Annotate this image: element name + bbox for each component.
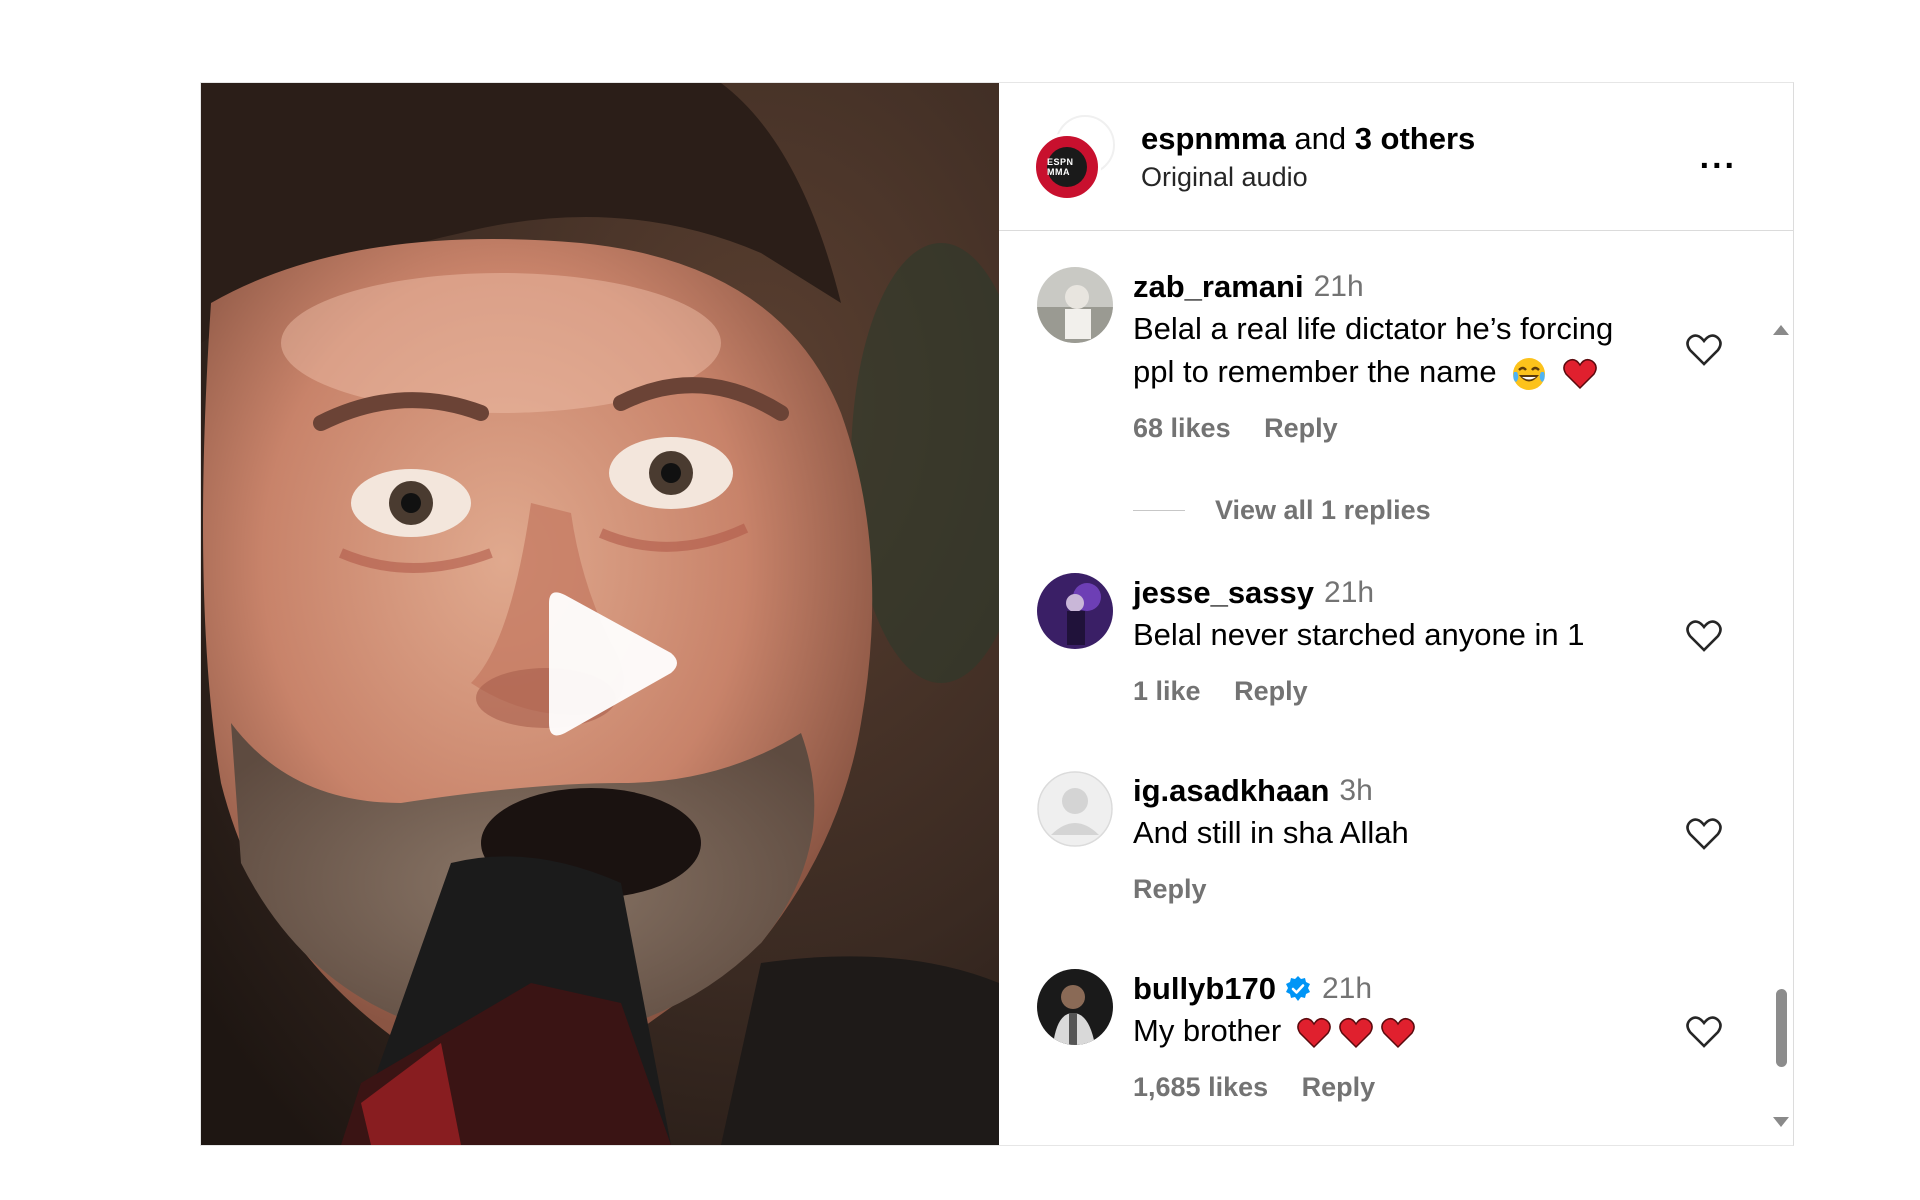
play-button[interactable] (531, 583, 681, 743)
comment-header: zab_ramani 21h (1133, 267, 1643, 307)
comment-time[interactable]: 21h (1314, 267, 1364, 307)
reply-button[interactable]: Reply (1234, 676, 1308, 706)
red-heart-emoji-icon (1380, 1017, 1415, 1048)
red-heart-emoji-icon (1296, 1017, 1331, 1048)
comment-likes[interactable]: 1,685 likes (1133, 1072, 1268, 1102)
comment-time[interactable]: 3h (1339, 771, 1372, 811)
comment-text-line: Belal a real life dictator he’s forcing (1133, 311, 1614, 346)
scroll-down-arrow-icon[interactable] (1773, 1117, 1789, 1127)
comment-header: jesse_sassy 21h (1133, 573, 1643, 613)
comment-meta: Reply (1133, 872, 1643, 906)
comment-time[interactable]: 21h (1324, 573, 1374, 613)
comment-text-segment: ppl to remember the name (1133, 354, 1497, 389)
comment-username[interactable]: ig.asadkhaan (1133, 771, 1329, 811)
audio-link[interactable]: Original audio (1141, 159, 1475, 195)
comment-body: jesse_sassy 21h Belal never starched any… (1133, 573, 1643, 708)
comment-text: Belal never starched anyone in 1 (1133, 617, 1585, 652)
header-text: espnmma and 3 others Original audio (1141, 119, 1475, 195)
comment-meta: 1,685 likes Reply (1133, 1070, 1643, 1104)
espnmma-logo: ESPN MMA (1047, 146, 1087, 187)
replies-divider (1133, 510, 1185, 511)
comment-text-line: ppl to remember the name (1133, 350, 1643, 393)
comment-header: bullyb170 21h (1133, 969, 1643, 1009)
comment-likes[interactable]: 68 likes (1133, 413, 1231, 443)
commenter-avatar[interactable] (1037, 267, 1113, 343)
more-options-button[interactable]: ... (1700, 140, 1737, 174)
heart-icon[interactable] (1685, 333, 1723, 367)
comment-username[interactable]: zab_ramani (1133, 267, 1304, 307)
owner-username[interactable]: espnmma (1141, 121, 1286, 156)
reply-button[interactable]: Reply (1264, 413, 1338, 443)
espnmma-avatar: ESPN MMA (1033, 132, 1101, 201)
comment-username[interactable]: jesse_sassy (1133, 573, 1314, 613)
red-heart-emoji-icon (1338, 1017, 1373, 1048)
owner-avatar[interactable]: ESPN MMA (1033, 114, 1117, 201)
comment-text: And still in sha Allah (1133, 815, 1409, 850)
post-header: ESPN MMA espnmma and 3 others Original a… (999, 83, 1793, 231)
heart-icon[interactable] (1685, 619, 1723, 653)
scroll-thumb[interactable] (1776, 989, 1787, 1067)
comment-likes[interactable]: 1 like (1133, 676, 1201, 706)
comment-meta: 1 like Reply (1133, 674, 1643, 708)
heart-icon[interactable] (1685, 1015, 1723, 1049)
scroll-up-arrow-icon[interactable] (1773, 325, 1789, 335)
comment-username[interactable]: bullyb170 (1133, 969, 1276, 1009)
comment-text-segment: My brother (1133, 1013, 1282, 1048)
comment-body: ig.asadkhaan 3h And still in sha Allah R… (1133, 771, 1643, 906)
comment-text: Belal a real life dictator he’s forcing … (1133, 307, 1643, 393)
commenter-avatar[interactable] (1037, 573, 1113, 649)
commenter-avatar[interactable] (1037, 771, 1113, 847)
reply-button[interactable]: Reply (1133, 874, 1207, 904)
owner-joiner: and (1285, 120, 1355, 156)
owner-line: espnmma and 3 others (1141, 119, 1475, 159)
collaborators-link[interactable]: 3 others (1355, 121, 1476, 156)
comment-list[interactable]: zab_ramani 21h Belal a real life dictato… (999, 231, 1793, 1145)
comment-time[interactable]: 21h (1322, 969, 1372, 1009)
comment-body: bullyb170 21h My brother 1,685 likes Rep… (1133, 969, 1643, 1104)
comment-body: zab_ramani 21h Belal a real life dictato… (1133, 267, 1643, 445)
comments-panel: ESPN MMA espnmma and 3 others Original a… (999, 83, 1793, 1145)
comment-meta: 68 likes Reply (1133, 411, 1643, 445)
view-replies-button[interactable]: View all 1 replies (1133, 495, 1431, 526)
laughing-tears-emoji-icon (1513, 357, 1546, 390)
comments-scrollbar[interactable] (1767, 233, 1793, 1145)
verified-badge-icon (1286, 976, 1310, 1001)
heart-icon[interactable] (1685, 817, 1723, 851)
reply-button[interactable]: Reply (1302, 1072, 1376, 1102)
view-replies-label: View all 1 replies (1215, 495, 1431, 525)
post-modal: ESPN MMA espnmma and 3 others Original a… (200, 82, 1794, 1146)
video-player[interactable] (201, 83, 999, 1145)
red-heart-emoji-icon (1563, 358, 1597, 389)
commenter-avatar[interactable] (1037, 969, 1113, 1045)
comment-text: My brother (1133, 1009, 1643, 1052)
comment-header: ig.asadkhaan 3h (1133, 771, 1643, 811)
